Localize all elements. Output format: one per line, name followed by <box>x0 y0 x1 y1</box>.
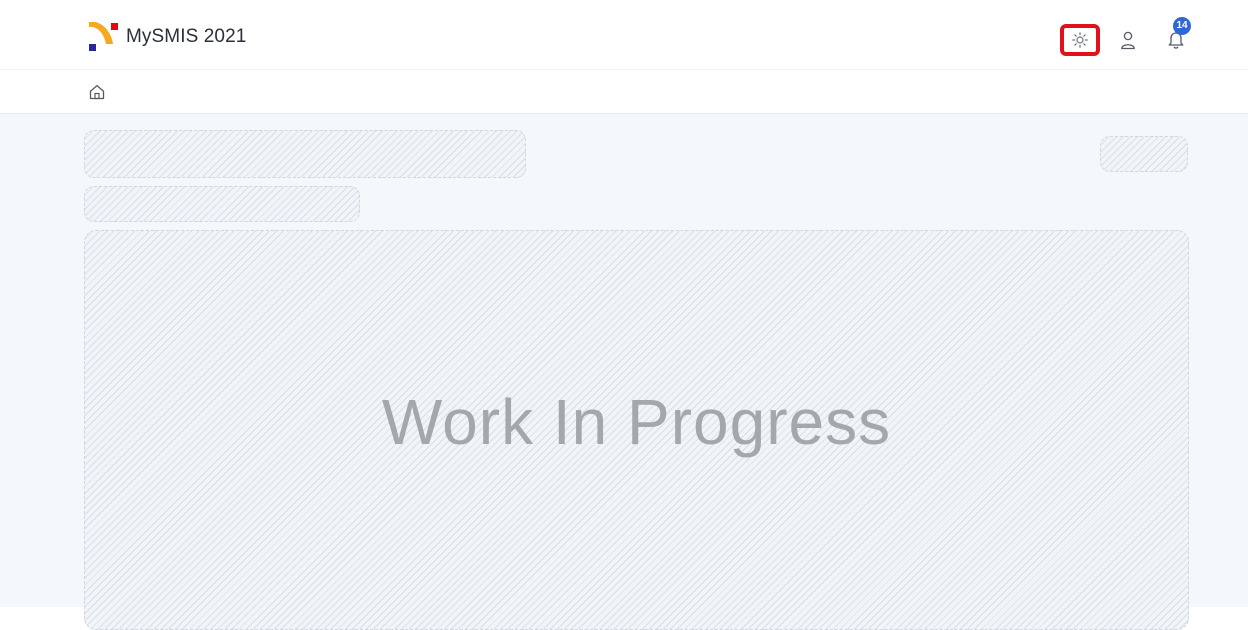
theme-toggle-button[interactable] <box>1060 24 1100 56</box>
app-title: MySMIS 2021 <box>126 26 247 47</box>
home-icon <box>89 84 105 100</box>
top-navbar: MySMIS 2021 14 <box>0 0 1248 70</box>
header-actions: 14 <box>1060 17 1191 58</box>
user-menu-button[interactable] <box>1116 24 1140 56</box>
page-content: Work In Progress <box>0 114 1248 630</box>
breadcrumb-home-link[interactable] <box>88 83 106 101</box>
skeleton-main-panel: Work In Progress <box>84 230 1189 630</box>
work-in-progress-text: Work In Progress <box>381 386 892 458</box>
brand[interactable]: MySMIS 2021 <box>86 22 246 52</box>
notifications-count-badge: 14 <box>1173 17 1191 35</box>
user-icon <box>1121 31 1135 50</box>
notifications-button[interactable]: 14 <box>1162 17 1191 56</box>
skeleton-title-placeholder <box>84 130 526 178</box>
skeleton-subtitle-placeholder <box>84 186 360 222</box>
mysmis-logo <box>89 22 118 51</box>
skeleton-action-placeholder <box>1100 136 1188 172</box>
sun-icon <box>1072 32 1088 48</box>
breadcrumb <box>0 70 1248 114</box>
